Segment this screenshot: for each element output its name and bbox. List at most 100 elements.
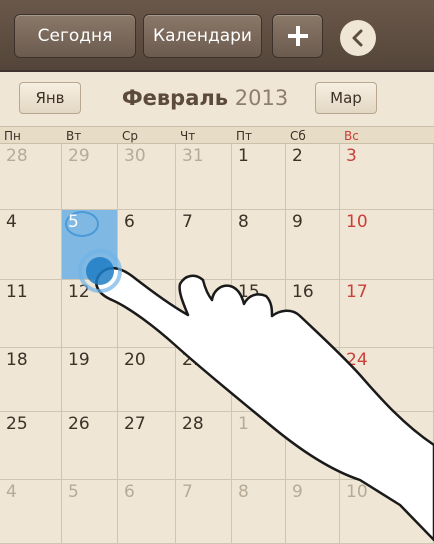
selected-day-cell[interactable]: 5	[62, 210, 118, 280]
day-number: 12	[68, 282, 90, 302]
day-number: 23	[292, 350, 314, 370]
day-cell[interactable]: 19	[62, 348, 118, 412]
day-number: 26	[68, 414, 90, 434]
day-number: 9	[292, 482, 303, 502]
day-cell[interactable]: 18	[0, 348, 62, 412]
day-cell[interactable]: 1	[232, 412, 286, 480]
day-number: 28	[182, 414, 204, 434]
today-button[interactable]: Сегодня	[14, 14, 136, 58]
top-toolbar: Сегодня Календари	[0, 0, 434, 72]
day-cell[interactable]: 8	[232, 210, 286, 280]
day-cell[interactable]: 6	[118, 210, 176, 280]
day-number: 20	[124, 350, 146, 370]
day-cell[interactable]: 9	[286, 210, 340, 280]
day-number: 27	[124, 414, 146, 434]
day-cell[interactable]: 13	[118, 280, 176, 348]
day-cell[interactable]: 2	[286, 144, 340, 210]
day-cell[interactable]: 26	[62, 412, 118, 480]
day-cell[interactable]: 12	[62, 280, 118, 348]
day-number: 22	[238, 350, 260, 370]
day-cell[interactable]: 24	[340, 348, 434, 412]
day-cell[interactable]: 28	[0, 144, 62, 210]
weekday-label: Пн	[4, 129, 21, 143]
day-cell[interactable]: 15	[232, 280, 286, 348]
day-cell[interactable]: 29	[62, 144, 118, 210]
day-number: 7	[182, 212, 193, 232]
year-label: 2013	[234, 86, 289, 110]
weekday-header: Пн Вт Ср Чт Пт Сб Вс	[0, 126, 434, 144]
next-month-button[interactable]: Мар	[315, 82, 377, 114]
weekday-label: Ср	[122, 129, 138, 143]
day-cell[interactable]: 1	[232, 144, 286, 210]
weekday-label: Вс	[344, 129, 359, 143]
day-cell[interactable]: 31	[176, 144, 232, 210]
day-number: 28	[6, 146, 28, 166]
day-number: 1	[238, 146, 249, 166]
day-cell[interactable]: 7	[176, 210, 232, 280]
calendars-button[interactable]: Календари	[143, 14, 262, 58]
day-cell[interactable]: 8	[232, 480, 286, 544]
day-number: 17	[346, 282, 368, 302]
day-number: 31	[182, 146, 204, 166]
day-number: 14	[182, 282, 204, 302]
add-event-button[interactable]	[272, 14, 323, 58]
weekday-label: Сб	[290, 129, 306, 143]
day-cell[interactable]: 6	[118, 480, 176, 544]
day-cell[interactable]: 3	[340, 144, 434, 210]
day-number: 5	[68, 212, 79, 232]
month-title: Февраль 2013	[110, 82, 300, 114]
day-number: 8	[238, 482, 249, 502]
day-number: 4	[6, 482, 17, 502]
day-cell[interactable]: 30	[118, 144, 176, 210]
chevron-left-icon	[352, 29, 363, 47]
day-cell[interactable]: 10	[340, 210, 434, 280]
day-number: 16	[292, 282, 314, 302]
day-number: 3	[346, 146, 357, 166]
day-number: 5	[68, 482, 79, 502]
day-number: 4	[6, 212, 17, 232]
day-cell[interactable]: 10	[340, 480, 434, 544]
day-number: 2	[292, 414, 303, 434]
day-cell[interactable]: 2	[286, 412, 340, 480]
day-cell[interactable]: 9	[286, 480, 340, 544]
weekday-label: Вт	[66, 129, 82, 143]
day-number: 25	[6, 414, 28, 434]
day-cell[interactable]: 4	[0, 210, 62, 280]
previous-month-button[interactable]: Янв	[19, 82, 81, 114]
day-number: 9	[292, 212, 303, 232]
day-cell[interactable]: 14	[176, 280, 232, 348]
month-navigation: Янв Февраль 2013 Мар	[0, 72, 434, 126]
day-cell[interactable]: 28	[176, 412, 232, 480]
day-cell[interactable]: 7	[176, 480, 232, 544]
day-cell[interactable]: 21	[176, 348, 232, 412]
day-number: 3	[346, 414, 357, 434]
day-number: 10	[346, 212, 368, 232]
day-cell[interactable]: 11	[0, 280, 62, 348]
day-number: 18	[6, 350, 28, 370]
day-cell[interactable]: 3	[340, 412, 434, 480]
day-number: 6	[124, 212, 135, 232]
day-number: 10	[346, 482, 368, 502]
month-grid: 28 29 30 31 1 2 3 4 5 6 7 8 9 10 11 12 13 14 15 16 17 18 19 20 2…	[0, 144, 434, 544]
day-cell[interactable]: 27	[118, 412, 176, 480]
day-number: 13	[124, 282, 146, 302]
day-cell[interactable]: 22	[232, 348, 286, 412]
day-number: 29	[68, 146, 90, 166]
day-number: 1	[238, 414, 249, 434]
day-number: 24	[346, 350, 368, 370]
day-cell[interactable]: 23	[286, 348, 340, 412]
day-cell[interactable]: 4	[0, 480, 62, 544]
day-number: 15	[238, 282, 260, 302]
day-cell[interactable]: 5	[62, 480, 118, 544]
day-cell[interactable]: 25	[0, 412, 62, 480]
back-button[interactable]	[340, 20, 376, 56]
day-cell[interactable]: 20	[118, 348, 176, 412]
day-number: 7	[182, 482, 193, 502]
day-number: 8	[238, 212, 249, 232]
plus-icon	[287, 26, 308, 46]
weekday-label: Пт	[236, 129, 253, 143]
day-number: 21	[182, 350, 204, 370]
weekday-label: Чт	[180, 129, 196, 143]
day-cell[interactable]: 17	[340, 280, 434, 348]
day-cell[interactable]: 16	[286, 280, 340, 348]
